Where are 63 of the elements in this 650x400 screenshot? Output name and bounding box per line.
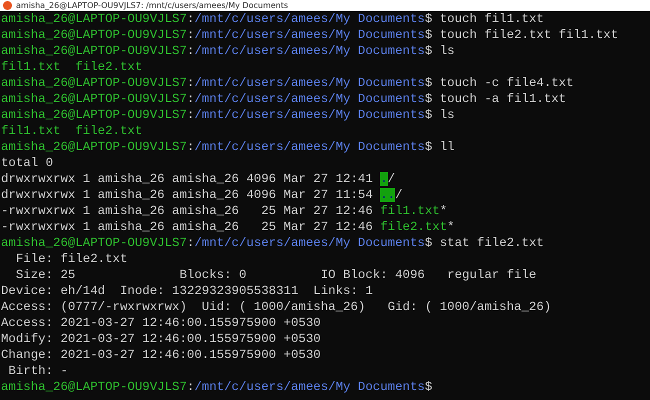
prompt-path: /mnt/c/users/amees/My Documents bbox=[194, 140, 425, 154]
terminal-text: Access: (0777/-rwxrwxrwx) Uid: ( 1000/amisha_26) Gid: ( 1000/amisha_26) bbox=[1, 300, 552, 314]
terminal-text: $ bbox=[424, 380, 432, 394]
terminal-text: $ stat file2.txt bbox=[424, 236, 544, 250]
terminal-text: Birth: - bbox=[7, 364, 68, 378]
prompt-user: amisha_26@LAPTOP-OU9VJLS7 bbox=[1, 76, 187, 90]
prompt-path: /mnt/c/users/amees/My Documents bbox=[194, 236, 425, 250]
prompt-user: amisha_26@LAPTOP-OU9VJLS7 bbox=[1, 140, 187, 154]
terminal-text: : bbox=[186, 140, 194, 154]
prompt-path: /mnt/c/users/amees/My Documents bbox=[194, 108, 425, 122]
terminal-text: : bbox=[186, 44, 194, 58]
terminal-text: / bbox=[388, 172, 396, 186]
terminal-text: -rwxrwxrwx 1 amisha_26 amisha_26 25 Mar 27 12:46 bbox=[1, 204, 374, 218]
terminal-text: $ touch -a fil1.txt bbox=[424, 92, 566, 106]
prompt-path: /mnt/c/users/amees/My Documents bbox=[194, 28, 425, 42]
file-name: file2.txt bbox=[75, 124, 142, 138]
terminal-text: -rwxrwxrwx 1 amisha_26 amisha_26 25 Mar 27 12:46 bbox=[1, 220, 374, 234]
prompt-user: amisha_26@LAPTOP-OU9VJLS7 bbox=[1, 44, 187, 58]
file-name: file2.txt bbox=[75, 60, 142, 74]
file-name: file2.txt bbox=[380, 220, 448, 234]
terminal-text: * bbox=[440, 204, 448, 218]
prompt-user: amisha_26@LAPTOP-OU9VJLS7 bbox=[1, 92, 187, 106]
file-name: fil1.txt bbox=[380, 204, 440, 218]
terminal-text: / bbox=[395, 188, 403, 202]
terminal-text: Device: eh/14d Inode: 13229323905538311 Links: 1 bbox=[1, 284, 373, 298]
terminal-text: Change: 2021-03-27 12:46:00.155975900 +0530 bbox=[1, 348, 321, 362]
terminal-text: drwxrwxrwx 1 amisha_26 amisha_26 4096 Mar 27 11:54 bbox=[1, 188, 374, 202]
app-icon bbox=[3, 1, 12, 10]
terminal-text: : bbox=[186, 108, 194, 122]
prompt-path: /mnt/c/users/amees/My Documents bbox=[194, 76, 425, 90]
terminal-text: total 0 bbox=[1, 156, 54, 170]
terminal-text: Size: 25 Blocks: 0 IO Block: 4096 regular file bbox=[14, 268, 536, 282]
prompt-user: amisha_26@LAPTOP-OU9VJLS7 bbox=[1, 12, 187, 26]
directory-name: .. bbox=[380, 188, 396, 202]
terminal-text: drwxrwxrwx 1 amisha_26 amisha_26 4096 Mar 27 12:41 bbox=[1, 172, 374, 186]
window-title: amisha_26@LAPTOP-OU9VJLS7: /mnt/c/users/amees/My Documents bbox=[16, 0, 288, 10]
prompt-user: amisha_26@LAPTOP-OU9VJLS7 bbox=[1, 28, 187, 42]
terminal-text: Modify: 2021-03-27 12:46:00.155975900 +0530 bbox=[1, 332, 321, 346]
terminal-text: : bbox=[186, 236, 194, 250]
terminal-text: File: file2.txt bbox=[14, 252, 128, 266]
prompt-path: /mnt/c/users/amees/My Documents bbox=[194, 44, 425, 58]
file-name: fil1.txt bbox=[1, 124, 60, 138]
terminal-text: $ ls bbox=[424, 108, 455, 122]
terminal-text: : bbox=[186, 28, 194, 42]
terminal-text: $ touch fil1.txt bbox=[424, 12, 544, 26]
prompt-user: amisha_26@LAPTOP-OU9VJLS7 bbox=[1, 380, 187, 394]
prompt-user: amisha_26@LAPTOP-OU9VJLS7 bbox=[1, 108, 187, 122]
terminal-text: $ ls bbox=[424, 44, 455, 58]
prompt-user: amisha_26@LAPTOP-OU9VJLS7 bbox=[1, 236, 187, 250]
prompt-path: /mnt/c/users/amees/My Documents bbox=[194, 12, 425, 26]
terminal-text: $ ll bbox=[424, 140, 455, 154]
terminal-text: : bbox=[186, 380, 194, 394]
terminal-text: * bbox=[447, 220, 455, 234]
terminal-text: $ touch -c file4.txt bbox=[424, 76, 574, 90]
terminal-text: Access: 2021-03-27 12:46:00.155975900 +0530 bbox=[1, 316, 321, 330]
prompt-path: /mnt/c/users/amees/My Documents bbox=[194, 380, 425, 394]
terminal-text: : bbox=[186, 76, 194, 90]
prompt-path: /mnt/c/users/amees/My Documents bbox=[194, 92, 425, 106]
terminal-text: : bbox=[186, 12, 194, 26]
terminal-text: : bbox=[186, 92, 194, 106]
terminal-text: $ touch file2.txt fil1.txt bbox=[424, 28, 618, 42]
directory-name: . bbox=[380, 172, 388, 186]
file-name: fil1.txt bbox=[1, 60, 60, 74]
